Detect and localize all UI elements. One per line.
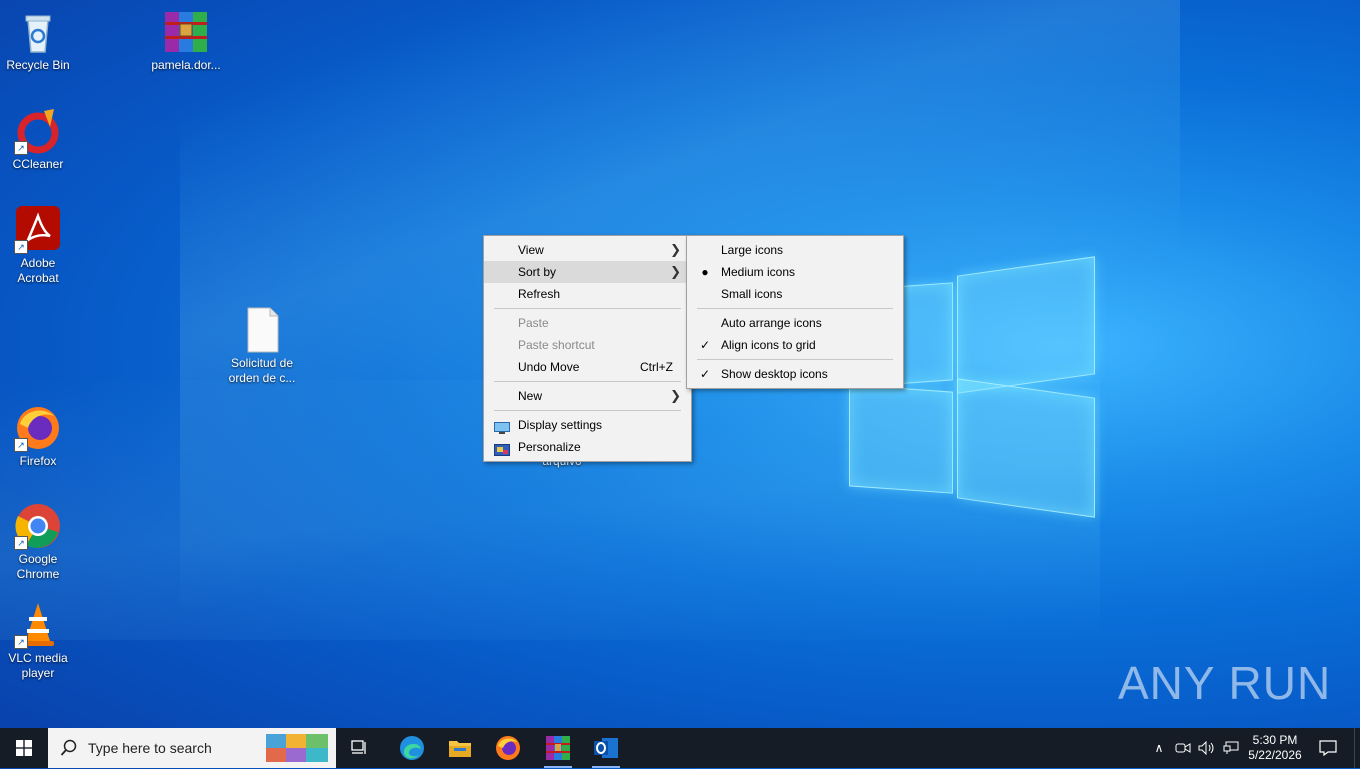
ccleaner-icon: ↗	[14, 107, 62, 155]
icon-label: VLC media player	[8, 651, 68, 680]
task-view-icon	[351, 740, 366, 754]
camera-icon	[1175, 743, 1191, 753]
shortcut-arrow-icon: ↗	[14, 635, 28, 649]
show-hidden-icons-button[interactable]: ∧	[1148, 728, 1170, 768]
desktop-icon-adobe-acrobat[interactable]: ↗ Adobe Acrobat	[0, 206, 76, 286]
blank-document-icon	[238, 306, 286, 354]
clock[interactable]: 5:30 PM 5/22/2026	[1246, 728, 1304, 768]
chevron-right-icon: ❯	[670, 264, 681, 279]
recycle-bin-icon	[14, 8, 62, 56]
menu-item-undo-move[interactable]: Undo Move Ctrl+Z	[484, 356, 691, 378]
menu-item-view[interactable]: View ❯	[484, 239, 691, 261]
taskbar: Type here to search ∧ 5:30 PM 5/22/2026	[0, 728, 1360, 768]
desktop-icon-recycle-bin[interactable]: Recycle Bin	[0, 8, 76, 73]
speaker-icon	[1198, 741, 1214, 755]
desktop-icon-ccleaner[interactable]: ↗ CCleaner	[0, 107, 76, 172]
submenu-item-auto-arrange[interactable]: Auto arrange icons	[687, 312, 903, 334]
menu-item-personalize[interactable]: Personalize	[484, 436, 691, 458]
start-button[interactable]	[0, 728, 48, 768]
display-icon	[494, 419, 510, 434]
search-highlight-puzzle-icon	[266, 732, 328, 769]
desktop-icon-solicitud-document[interactable]: Solicitud de orden de c...	[224, 306, 300, 386]
outlook-icon	[594, 738, 618, 758]
menu-item-sort-by[interactable]: Sort by ❯	[484, 261, 691, 283]
personalize-icon	[494, 441, 510, 456]
shortcut-arrow-icon: ↗	[14, 141, 28, 155]
vlc-cone-icon: ↗	[14, 601, 62, 649]
desktop-context-menu: View ❯ Sort by ❯ Refresh Paste Paste sho…	[483, 235, 692, 462]
menu-item-new[interactable]: New ❯	[484, 385, 691, 407]
volume-button[interactable]	[1196, 728, 1218, 768]
icon-label: Firefox	[19, 454, 57, 468]
submenu-item-align-grid[interactable]: ✓ Align icons to grid	[687, 334, 903, 356]
search-placeholder: Type here to search	[88, 740, 212, 756]
taskbar-search-box[interactable]: Type here to search	[48, 728, 336, 768]
anyrun-watermark: ANY RUN	[1118, 657, 1332, 709]
meet-now-button[interactable]	[1172, 728, 1194, 768]
taskbar-outlook[interactable]	[584, 728, 628, 768]
icon-label: Solicitud de orden de c...	[228, 356, 296, 385]
shortcut-arrow-icon: ↗	[14, 536, 28, 550]
desktop-icon-vlc[interactable]: ↗ VLC media player	[0, 601, 76, 681]
adobe-acrobat-icon: ↗	[14, 206, 62, 254]
show-desktop-button[interactable]	[1354, 728, 1360, 768]
icon-label: Google Chrome	[16, 552, 60, 581]
bullet-selected-icon: ●	[701, 265, 709, 279]
action-center-button[interactable]	[1312, 728, 1344, 768]
firefox-icon: ↗	[14, 404, 62, 452]
chevron-right-icon: ❯	[670, 242, 681, 257]
winrar-archive-icon	[162, 8, 210, 56]
desktop-icon-firefox[interactable]: ↗ Firefox	[0, 404, 76, 469]
firefox-icon	[496, 736, 520, 760]
taskbar-winrar[interactable]	[536, 728, 580, 768]
checkmark-icon: ✓	[699, 338, 711, 352]
menu-separator	[697, 359, 893, 360]
notification-icon	[1319, 740, 1337, 756]
icon-label: CCleaner	[12, 157, 64, 171]
desktop-icon-google-chrome[interactable]: ↗ Google Chrome	[0, 502, 76, 582]
checkmark-icon: ✓	[699, 367, 711, 381]
shortcut-arrow-icon: ↗	[14, 438, 28, 452]
menu-separator	[494, 381, 681, 382]
menu-item-paste[interactable]: Paste	[484, 312, 691, 334]
menu-separator	[494, 410, 681, 411]
submenu-item-medium-icons[interactable]: ● Medium icons	[687, 261, 903, 283]
folder-icon	[449, 741, 471, 757]
chrome-icon: ↗	[14, 502, 62, 550]
clock-date: 5/22/2026	[1248, 748, 1302, 762]
taskbar-file-explorer[interactable]	[438, 728, 482, 768]
chevron-up-icon: ∧	[1154, 741, 1164, 755]
submenu-item-large-icons[interactable]: Large icons	[687, 239, 903, 261]
clock-time: 5:30 PM	[1252, 733, 1298, 747]
icon-label: Recycle Bin	[6, 58, 70, 72]
submenu-item-show-desktop-icons[interactable]: ✓ Show desktop icons	[687, 363, 903, 385]
chevron-right-icon: ❯	[670, 388, 681, 403]
menu-item-paste-shortcut[interactable]: Paste shortcut	[484, 334, 691, 356]
icon-label: pamela.dor...	[151, 58, 221, 72]
icon-label: Adobe Acrobat	[17, 256, 59, 285]
desktop-icon-pamela-archive[interactable]: pamela.dor...	[148, 8, 224, 73]
search-icon	[60, 739, 78, 762]
taskbar-firefox[interactable]	[486, 728, 530, 768]
task-view-button[interactable]	[340, 728, 380, 768]
shortcut-arrow-icon: ↗	[14, 240, 28, 254]
submenu-item-small-icons[interactable]: Small icons	[687, 283, 903, 305]
menu-item-display-settings[interactable]: Display settings	[484, 414, 691, 436]
menu-item-refresh[interactable]: Refresh	[484, 283, 691, 305]
winrar-icon	[546, 736, 570, 760]
view-submenu: Large icons ● Medium icons Small icons A…	[686, 235, 904, 389]
taskbar-edge[interactable]	[390, 728, 434, 768]
network-button[interactable]	[1220, 728, 1242, 768]
network-icon	[1223, 741, 1239, 754]
menu-separator	[494, 308, 681, 309]
menu-separator	[697, 308, 893, 309]
edge-icon	[400, 736, 424, 760]
windows-start-icon	[16, 740, 32, 756]
shortcut-key-label: Ctrl+Z	[640, 360, 673, 374]
